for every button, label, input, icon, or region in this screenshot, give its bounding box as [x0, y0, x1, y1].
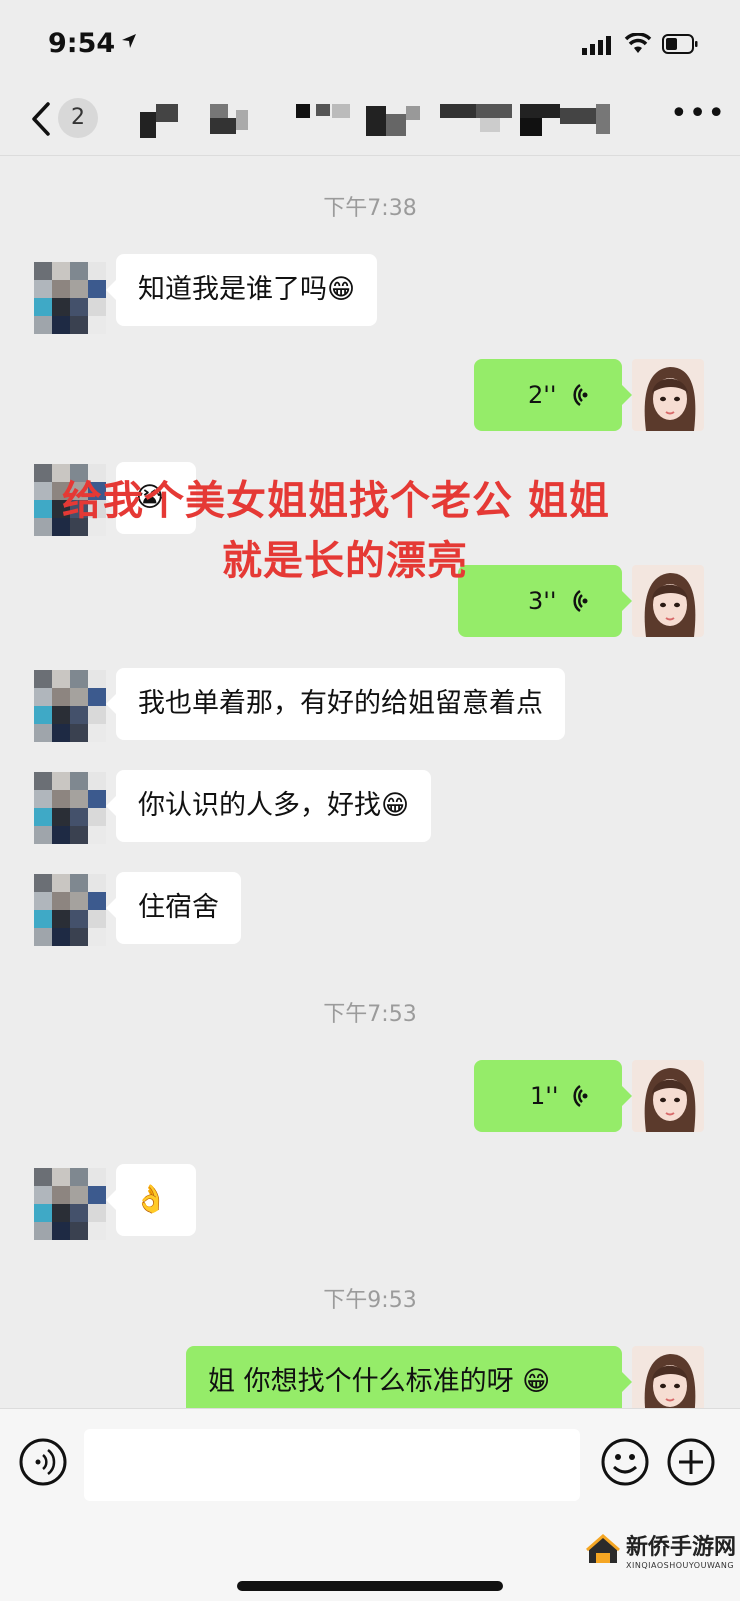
cellular-signal-icon	[582, 36, 611, 55]
message-input[interactable]	[84, 1429, 580, 1501]
voice-message-bubble[interactable]: 3''	[458, 565, 632, 637]
voice-duration: 1''	[530, 1082, 559, 1110]
emoji-icon[interactable]	[600, 1437, 650, 1487]
message-timestamp: 下午7:53	[323, 1002, 417, 1027]
watermark-house-icon	[586, 1534, 620, 1563]
contact-avatar[interactable]	[34, 1168, 106, 1240]
watermark-title: 新侨手游网	[626, 1534, 737, 1560]
wifi-icon	[624, 33, 652, 53]
voice-duration: 3''	[528, 587, 557, 615]
my-avatar[interactable]	[632, 565, 704, 637]
voice-wave-icon	[573, 1084, 588, 1108]
add-attachment-icon[interactable]	[666, 1437, 716, 1487]
contact-avatar[interactable]	[34, 262, 106, 334]
contact-avatar[interactable]	[34, 772, 106, 844]
back-chevron-icon[interactable]	[26, 98, 56, 140]
chat-header: 2 •••	[0, 90, 740, 156]
message-bubble-incoming[interactable]: 我也单着那，有好的给姐留意着点	[106, 668, 565, 740]
message-bubble-incoming[interactable]: 知道我是谁了吗😁	[105, 254, 378, 326]
message-bubble-incoming[interactable]: 你认识的人多，好找😁	[105, 770, 432, 842]
voice-duration: 2''	[528, 381, 557, 409]
voice-wave-icon	[573, 383, 588, 407]
status-time: 9:54	[48, 28, 116, 59]
voice-message-bubble[interactable]: 1''	[474, 1060, 632, 1132]
watermark-subtitle: XINQIAOSHOUYOUWANG	[626, 1561, 735, 1570]
chat-input-bar: 新侨手游网 XINQIAOSHOUYOUWANG	[0, 1408, 740, 1601]
voice-message-bubble[interactable]: 2''	[474, 359, 632, 431]
message-bubble-incoming[interactable]: 住宿舍	[106, 872, 241, 944]
message-timestamp: 下午7:38	[323, 196, 417, 221]
voice-input-icon[interactable]	[18, 1437, 68, 1487]
status-bar: 9:54	[0, 0, 740, 90]
contact-avatar[interactable]	[34, 874, 106, 946]
voice-wave-icon	[573, 589, 588, 613]
unread-count-badge[interactable]: 2	[58, 98, 98, 138]
overlay-caption-line1: 给我个美女姐姐找个老公 姐姐	[62, 478, 610, 524]
contact-avatar[interactable]	[34, 670, 106, 742]
my-avatar[interactable]	[632, 1060, 704, 1132]
battery-icon	[662, 34, 698, 54]
message-timestamp: 下午9:53	[323, 1288, 417, 1313]
location-arrow-icon	[122, 34, 136, 48]
my-avatar[interactable]	[632, 359, 704, 431]
chat-title-mosaic	[140, 104, 610, 138]
more-options-icon[interactable]: •••	[670, 96, 726, 131]
home-indicator[interactable]	[237, 1581, 503, 1591]
message-bubble-incoming[interactable]: 👌	[106, 1164, 196, 1236]
overlay-caption-line2: 就是长的漂亮	[222, 538, 468, 584]
watermark: 新侨手游网 XINQIAOSHOUYOUWANG	[586, 1529, 736, 1589]
